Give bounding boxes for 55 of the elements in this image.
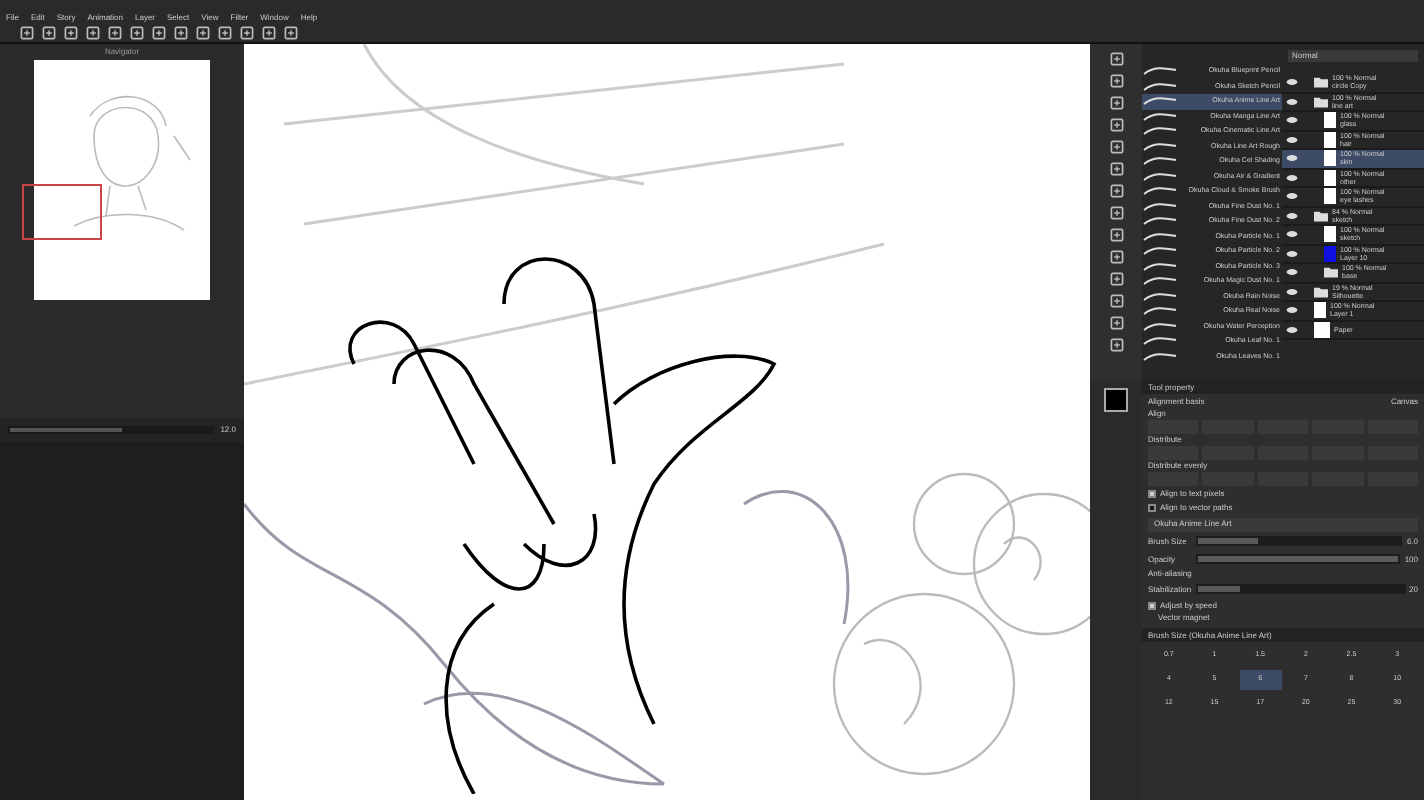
toolbar-icon[interactable] [196, 26, 210, 40]
brush-stroke-icon [1142, 261, 1178, 272]
brush-stroke-icon [1142, 351, 1178, 362]
brush-stroke-icon [1142, 141, 1178, 152]
toolbar-icon[interactable] [152, 26, 166, 40]
color-swatches-icon[interactable] [1104, 388, 1128, 412]
toolbar-icon[interactable] [262, 26, 276, 40]
toolbar-icon[interactable] [20, 26, 34, 40]
toolbar-icon[interactable] [174, 26, 188, 40]
brush-stroke-icon [1142, 66, 1178, 77]
tool-icon[interactable] [1109, 118, 1123, 132]
zoom-slider-track[interactable] [8, 426, 215, 434]
brush-stroke-icon [1142, 291, 1178, 302]
tool-icon[interactable] [1109, 74, 1123, 88]
brush-stroke-icon [1142, 171, 1178, 182]
brush-stroke-icon [1142, 81, 1178, 92]
brush-stroke-icon [1142, 231, 1178, 242]
tool-icon[interactable] [1109, 140, 1123, 154]
tool-icon[interactable] [1109, 162, 1123, 176]
tool-icon[interactable] [1109, 184, 1123, 198]
toolbar-icon[interactable] [284, 26, 298, 40]
tool-icon[interactable] [1109, 228, 1123, 242]
toolbar-icon[interactable] [86, 26, 100, 40]
brush-stroke-icon [1142, 201, 1178, 212]
brush-stroke-icon [1142, 96, 1178, 107]
checkbox[interactable] [1148, 503, 1156, 511]
tool-icon[interactable] [1109, 338, 1123, 352]
brush-stroke-icon [1142, 336, 1178, 347]
tool-icon[interactable] [1109, 96, 1123, 110]
toolbar-icon[interactable] [108, 26, 122, 40]
slider-track[interactable] [1196, 536, 1403, 546]
brush-stroke-icon [1142, 246, 1178, 257]
toolbar-icon[interactable] [240, 26, 254, 40]
slider-track[interactable] [1196, 584, 1406, 594]
tool-icon[interactable] [1109, 294, 1123, 308]
view-frame[interactable] [22, 184, 102, 240]
brush-stroke-icon [1142, 306, 1178, 317]
toolbar-icon[interactable] [42, 26, 56, 40]
brush-stroke-icon [1142, 216, 1178, 227]
brush-stroke-icon [1142, 276, 1178, 287]
checkbox[interactable] [1148, 489, 1156, 497]
toolbar-icon[interactable] [64, 26, 78, 40]
checkbox[interactable] [1148, 601, 1156, 609]
brush-stroke-icon [1142, 186, 1178, 197]
toolbar-icon[interactable] [130, 26, 144, 40]
tool-icon[interactable] [1109, 316, 1123, 330]
brush-stroke-icon [1142, 111, 1178, 122]
brush-stroke-icon [1142, 126, 1178, 137]
tool-icon[interactable] [1109, 250, 1123, 264]
tool-icon[interactable] [1109, 272, 1123, 286]
brush-stroke-icon [1142, 321, 1178, 332]
toolbar-icon[interactable] [218, 26, 232, 40]
brush-stroke-icon [1142, 156, 1178, 167]
tool-icon[interactable] [1109, 52, 1123, 66]
tool-icon[interactable] [1109, 206, 1123, 220]
